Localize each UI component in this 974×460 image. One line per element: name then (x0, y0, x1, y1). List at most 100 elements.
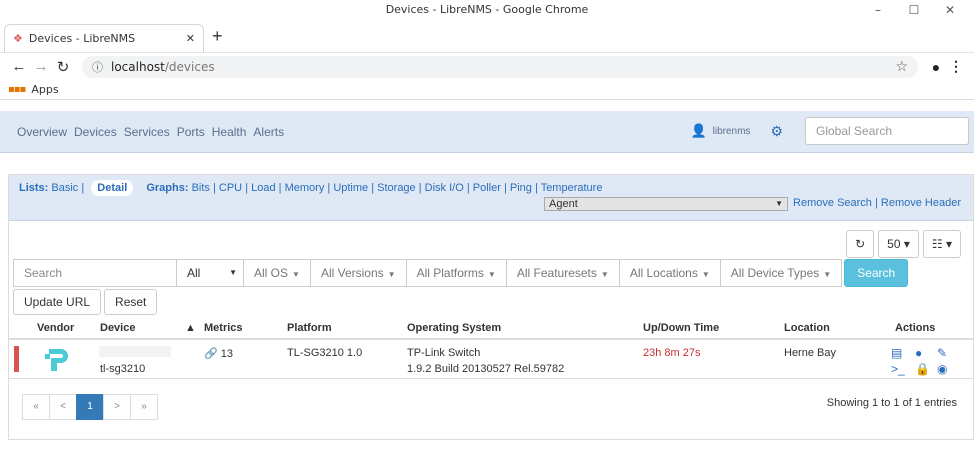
reload-icon[interactable]: ↻ (52, 58, 74, 76)
agent-select-value: Agent (549, 198, 578, 210)
caret-down-icon: ▼ (487, 270, 496, 279)
terminal-icon[interactable]: >_ (891, 362, 915, 376)
nav-overview[interactable]: Overview (17, 125, 67, 139)
list-detail-link[interactable]: Detail (91, 180, 134, 196)
page-next-button[interactable]: > (103, 394, 131, 420)
graph-uptime-link[interactable]: Uptime (333, 182, 368, 194)
graph-load-link[interactable]: Load (251, 182, 275, 194)
caret-down-icon: ▼ (823, 270, 832, 279)
new-tab-button[interactable]: + (212, 26, 223, 47)
nav-alerts[interactable]: Alerts (253, 125, 284, 139)
filter-row: Search All ▼ All OS ▼ All Versions ▼ All Pl… (13, 259, 909, 287)
graph-memory-link[interactable]: Memory (285, 182, 325, 194)
col-metrics[interactable]: Metrics (204, 322, 243, 334)
graph-diskio-link[interactable]: Disk I/O (425, 182, 464, 194)
graph-ping-link[interactable]: Ping (510, 182, 532, 194)
bookmark-star-icon[interactable]: ☆ (895, 59, 908, 75)
minimize-icon[interactable]: – (860, 0, 896, 20)
lists-label: Lists: (19, 182, 49, 194)
url-field[interactable]: ⓘ localhost/devices ☆ (82, 55, 918, 78)
globe-icon[interactable]: ◉ (937, 362, 957, 376)
menu-kebab-icon[interactable]: ⋮ (946, 58, 966, 75)
nav-ports[interactable]: Ports (177, 125, 205, 139)
page-prev-button[interactable]: < (49, 394, 77, 420)
url-host: localhost (111, 59, 165, 74)
global-search-input[interactable]: Global Search (805, 117, 969, 145)
update-url-button[interactable]: Update URL (13, 289, 102, 315)
window-title: Devices - LibreNMS - Google Chrome (385, 3, 589, 16)
device-search-input[interactable]: Search (13, 259, 177, 287)
tab-strip: ❖ Devices - LibreNMS ✕ + (0, 22, 974, 52)
col-device[interactable]: Device (100, 322, 135, 334)
os-filter-dropdown[interactable]: All OS ▼ (243, 259, 311, 287)
remove-header-link[interactable]: Remove Header (881, 197, 961, 209)
graph-cpu-link[interactable]: CPU (219, 182, 242, 194)
nav-health[interactable]: Health (212, 125, 247, 139)
nav-services[interactable]: Services (124, 125, 170, 139)
featuresets-filter-dropdown[interactable]: All Featuresets ▼ (505, 259, 620, 287)
device-types-filter-dropdown[interactable]: All Device Types ▼ (719, 259, 843, 287)
graph-poller-link[interactable]: Poller (473, 182, 501, 194)
table-row[interactable]: tl-sg3210 🔗 13 TL-SG3210 1.0 TP-Link Swit… (9, 341, 973, 379)
caret-down-icon: ▼ (701, 270, 710, 279)
lock-icon[interactable]: 🔒 (915, 362, 937, 376)
apps-bookmark[interactable]: Apps (31, 83, 58, 96)
status-down-indicator (14, 346, 19, 372)
graph-bits-link[interactable]: Bits (192, 182, 210, 194)
maximize-icon[interactable]: ☐ (896, 0, 932, 20)
device-hostname-link[interactable]: tl-sg3210 (100, 363, 145, 375)
tab-title: Devices - LibreNMS (28, 32, 136, 45)
table-header: Vendor Device ▲ Metrics Platform Operati… (9, 318, 973, 340)
remove-links: Remove Search | Remove Header (793, 197, 961, 209)
col-uptime[interactable]: Up/Down Time (643, 322, 719, 334)
back-icon[interactable]: ← (8, 58, 30, 75)
remove-search-link[interactable]: Remove Search (793, 197, 872, 209)
col-os[interactable]: Operating System (407, 322, 501, 334)
metrics-cell[interactable]: 🔗 13 (204, 347, 233, 360)
os-name: TP-Link Switch (407, 347, 481, 359)
gear-icon[interactable]: ⚙ (770, 123, 783, 140)
search-button[interactable]: Search (844, 259, 909, 287)
action-buttons: Update URL Reset (13, 289, 158, 315)
apps-grid-icon[interactable]: ▪▪▪ (8, 84, 26, 95)
user-icon[interactable]: 👤 (690, 123, 706, 139)
info-icon[interactable]: ⓘ (92, 59, 103, 75)
alert-info-icon[interactable]: ● (915, 346, 937, 360)
location-cell[interactable]: Herne Bay (784, 347, 836, 359)
page-size-dropdown[interactable]: 50 ▾ (878, 230, 919, 258)
locations-filter-dropdown[interactable]: All Locations ▼ (618, 259, 721, 287)
user-name[interactable]: librenms (713, 126, 751, 137)
graph-temperature-link[interactable]: Temperature (541, 182, 603, 194)
metrics-count: 13 (220, 348, 233, 360)
edit-pencil-icon[interactable]: ✎ (937, 346, 957, 360)
forward-icon[interactable]: → (30, 58, 52, 75)
col-location[interactable]: Location (784, 322, 830, 334)
col-vendor[interactable]: Vendor (37, 322, 74, 334)
browser-tab[interactable]: ❖ Devices - LibreNMS ✕ (4, 24, 204, 52)
col-platform[interactable]: Platform (287, 322, 332, 334)
os-version: 1.9.2 Build 20130527 Rel.59782 (407, 363, 565, 375)
main-navbar: Overview Devices Services Ports Health A… (0, 111, 974, 153)
reset-button[interactable]: Reset (104, 289, 158, 315)
versions-filter-dropdown[interactable]: All Versions ▼ (309, 259, 407, 287)
devices-panel: Lists: Basic | Detail Graphs: Bits | CPU… (8, 174, 974, 440)
platforms-filter-dropdown[interactable]: All Platforms ▼ (405, 259, 507, 287)
bookmarks-bar: ▪▪▪ Apps (0, 80, 974, 100)
page-1-button[interactable]: 1 (76, 394, 104, 420)
entries-summary: Showing 1 to 1 of 1 entries (826, 397, 957, 409)
chevron-down-icon: ▼ (775, 199, 783, 208)
device-card-icon[interactable]: ▤ (891, 346, 915, 360)
tab-close-icon[interactable]: ✕ (186, 32, 195, 45)
column-view-dropdown[interactable]: ☷ ▾ (922, 230, 961, 258)
refresh-button[interactable]: ↻ (846, 230, 875, 258)
state-filter-select[interactable]: All ▼ (176, 259, 244, 287)
page-last-button[interactable]: » (130, 394, 158, 420)
profile-icon[interactable]: ● (926, 59, 946, 75)
os-filter-label: All OS (254, 266, 289, 280)
list-basic-link[interactable]: Basic (51, 182, 78, 194)
page-first-button[interactable]: « (22, 394, 50, 420)
agent-select[interactable]: Agent ▼ (544, 197, 788, 211)
close-window-icon[interactable]: ✕ (932, 0, 968, 20)
nav-devices[interactable]: Devices (74, 125, 117, 139)
graph-storage-link[interactable]: Storage (377, 182, 416, 194)
